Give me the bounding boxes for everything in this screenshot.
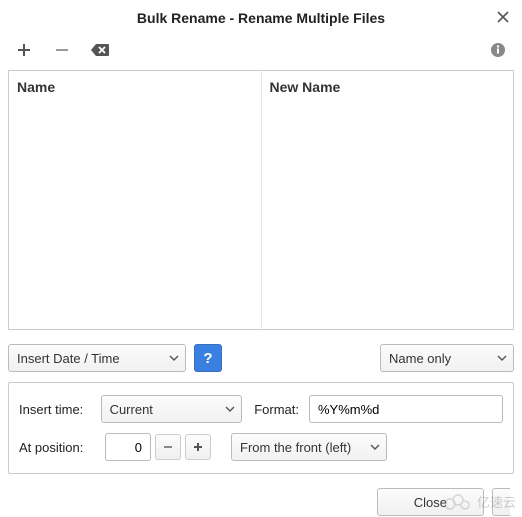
- position-input[interactable]: [105, 433, 151, 461]
- column-header-name: Name: [9, 71, 261, 104]
- rename-mode-value: Insert Date / Time: [17, 351, 120, 366]
- minus-icon: [55, 43, 69, 57]
- chevron-down-icon: [169, 355, 179, 361]
- position-increment-button[interactable]: [185, 434, 211, 460]
- controls-row: Insert Date / Time ? Name only: [0, 330, 522, 382]
- window-close-button[interactable]: [494, 8, 512, 26]
- info-button[interactable]: [488, 40, 508, 60]
- info-icon: [490, 42, 506, 58]
- plus-icon: [192, 441, 204, 453]
- format-label: Format:: [252, 402, 299, 417]
- remove-file-button[interactable]: [52, 40, 72, 60]
- file-table[interactable]: Name New Name: [8, 70, 514, 330]
- clear-list-button[interactable]: [90, 40, 110, 60]
- close-button[interactable]: Close: [377, 488, 484, 516]
- scope-value: Name only: [389, 351, 451, 366]
- close-button-label: Close: [414, 495, 447, 510]
- chevron-down-icon: [497, 355, 507, 361]
- question-icon: ?: [203, 350, 212, 367]
- position-label: At position:: [19, 440, 95, 455]
- options-panel: Insert time: Current Format: At position…: [8, 382, 514, 474]
- toolbar: [0, 36, 522, 70]
- position-spinner: [105, 433, 211, 461]
- minus-icon: [162, 441, 174, 453]
- titlebar: Bulk Rename - Rename Multiple Files: [0, 0, 522, 36]
- format-input[interactable]: [309, 395, 503, 423]
- insert-time-dropdown[interactable]: Current: [101, 395, 242, 423]
- close-icon: [497, 11, 509, 23]
- add-file-button[interactable]: [14, 40, 34, 60]
- plus-icon: [17, 43, 31, 57]
- position-decrement-button[interactable]: [155, 434, 181, 460]
- column-header-new-name: New Name: [262, 71, 514, 104]
- rename-mode-dropdown[interactable]: Insert Date / Time: [8, 344, 186, 372]
- insert-time-value: Current: [110, 402, 153, 417]
- chevron-down-icon: [370, 444, 380, 450]
- anchor-dropdown[interactable]: From the front (left): [231, 433, 387, 461]
- dialog-footer: Close: [0, 474, 522, 516]
- backspace-clear-icon: [90, 43, 110, 57]
- chevron-down-icon: [225, 406, 235, 412]
- column-name: Name: [9, 71, 262, 329]
- column-new-name: New Name: [262, 71, 514, 329]
- scope-dropdown[interactable]: Name only: [380, 344, 514, 372]
- window-title: Bulk Rename - Rename Multiple Files: [137, 10, 385, 26]
- anchor-value: From the front (left): [240, 440, 351, 455]
- rename-button-partial[interactable]: [492, 488, 510, 516]
- insert-time-label: Insert time:: [19, 402, 91, 417]
- help-button[interactable]: ?: [194, 344, 222, 372]
